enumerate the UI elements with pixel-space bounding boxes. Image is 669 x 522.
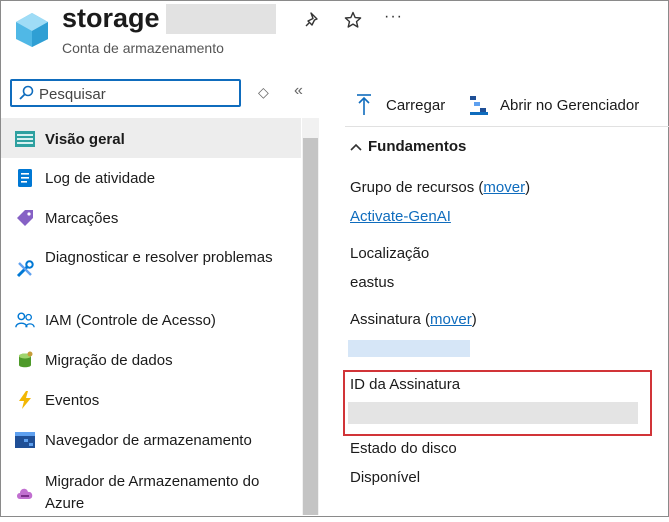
storage-account-icon xyxy=(16,13,48,47)
resource-group-label: Grupo de recursos xyxy=(350,179,475,196)
redacted-subscription-link[interactable] xyxy=(348,340,470,357)
open-in-explorer-label: Abrir no Gerenciador xyxy=(500,96,640,114)
people-icon xyxy=(15,310,35,330)
more-options-button[interactable]: ··· xyxy=(384,8,403,26)
sidebar-item-diagnose[interactable]: Diagnosticar e resolver problemas xyxy=(1,238,301,300)
sidebar-item-label: Navegador de armazenamento xyxy=(45,432,252,449)
collapse-sidebar-button[interactable]: « xyxy=(294,82,303,100)
sidebar-item-label: Diagnosticar e resolver problemas xyxy=(45,249,273,266)
cloud-migrator-icon xyxy=(15,483,35,503)
sidebar-scrollbar-thumb[interactable] xyxy=(303,138,318,515)
activity-log-icon xyxy=(15,168,35,188)
move-subscription-link[interactable]: mover xyxy=(430,311,472,328)
star-icon[interactable] xyxy=(344,11,362,29)
sidebar-item-label: Visão geral xyxy=(45,131,125,148)
sidebar-item-overview[interactable]: Visão geral xyxy=(1,118,301,158)
disk-state-value: Disponível xyxy=(350,469,421,486)
disk-state-label: Estado do disco xyxy=(350,440,457,457)
sort-toggle-button[interactable]: ◇ xyxy=(258,84,269,101)
sidebar-item-label: IAM (Controle de Acesso) xyxy=(45,312,216,329)
move-resource-group-link[interactable]: mover xyxy=(483,179,525,196)
overview-icon xyxy=(15,129,35,149)
page-title: storage xyxy=(62,3,160,33)
resource-group-value: Activate-GenAI xyxy=(350,208,451,225)
location-value: eastus xyxy=(350,274,395,291)
sidebar-item-tags[interactable]: Marcações xyxy=(1,198,301,238)
migration-icon xyxy=(15,350,35,370)
sidebar-item-label: Marcações xyxy=(45,210,119,227)
upload-label: Carregar xyxy=(386,96,446,114)
toolbar-divider xyxy=(345,126,669,127)
sidebar-item-events[interactable]: Eventos xyxy=(1,380,301,420)
subscription-label: Assinatura xyxy=(350,311,421,328)
chevron-up-icon xyxy=(350,143,362,151)
tag-icon xyxy=(15,208,35,228)
subscription-id-label: ID da Assinatura xyxy=(350,376,461,393)
resource-group-label-row: Grupo de recursos (mover) xyxy=(350,179,531,196)
essentials-toggle[interactable]: Fundamentos xyxy=(350,138,466,155)
sidebar-item-label: Eventos xyxy=(45,392,100,409)
subscription-label-row: Assinatura (mover) xyxy=(350,311,477,328)
search-input[interactable] xyxy=(39,84,234,104)
sidebar-item-data-migration[interactable]: Migração de dados xyxy=(1,340,301,380)
open-in-explorer-button[interactable]: Abrir no Gerenciador xyxy=(468,94,639,116)
upload-icon xyxy=(357,94,371,115)
redacted-subscription-id xyxy=(348,402,638,424)
upload-button[interactable]: Carregar xyxy=(356,94,445,116)
essentials-title: Fundamentos xyxy=(368,138,467,155)
sidebar-item-activity-log[interactable]: Log de atividade xyxy=(1,158,301,198)
sidebar-item-iam[interactable]: IAM (Controle de Acesso) xyxy=(1,300,301,340)
page-subtitle: Conta de armazenamento xyxy=(62,40,224,56)
storage-explorer-icon xyxy=(470,96,488,115)
sidebar-item-label: Log de atividade xyxy=(45,170,156,187)
sidebar-item-label: Migração de dados xyxy=(45,352,173,369)
sidebar-item-label: Migrador de Armazenamento do Azure xyxy=(45,473,260,512)
lightning-icon xyxy=(15,390,35,410)
sidebar-item-storage-migrator[interactable]: Migrador de Armazenamento do Azure xyxy=(1,460,301,522)
resource-group-link[interactable]: Activate-GenAI xyxy=(350,208,451,225)
storage-browser-icon xyxy=(15,430,35,450)
search-icon xyxy=(19,85,34,100)
location-label: Localização xyxy=(350,245,430,262)
wrench-icon xyxy=(15,259,35,279)
redacted-title-suffix xyxy=(166,4,276,34)
sidebar-nav: Visão geral Log de atividade Marcações D… xyxy=(1,118,301,522)
sidebar-item-storage-browser[interactable]: Navegador de armazenamento xyxy=(1,420,301,460)
pin-icon[interactable] xyxy=(304,11,322,29)
search-box[interactable] xyxy=(10,79,241,107)
